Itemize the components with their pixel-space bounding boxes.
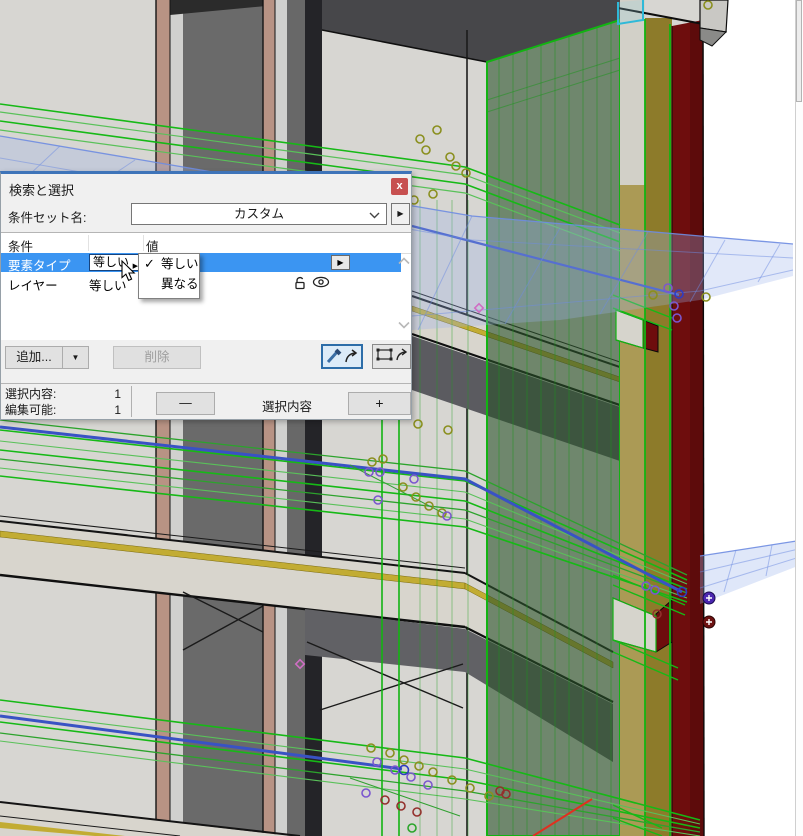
add-to-selection-button[interactable]: + bbox=[348, 392, 411, 415]
menu-item-equals[interactable]: ✓ 等しい bbox=[139, 254, 199, 274]
criteria-list-header: 条件 値 bbox=[1, 233, 411, 254]
cyan-bracket bbox=[617, 0, 644, 26]
selected-count-label: 選択内容: bbox=[5, 387, 57, 401]
marquee-icon bbox=[376, 348, 407, 361]
criteria-list: 条件 値 要素タイプ 等しい ▶ ▶ レイヤー 等しい bbox=[1, 233, 411, 340]
criteria-set-label: 条件セット名: bbox=[8, 211, 87, 225]
dialog-titlebar[interactable]: 検索と選択 x bbox=[1, 174, 411, 200]
menu-item-not-equals[interactable]: 異なる bbox=[139, 274, 199, 294]
find-and-select-dialog: 検索と選択 x 条件セット名: カスタム ▶ 条件 値 要素タイプ 等しい ▶ … bbox=[0, 171, 412, 420]
delete-button[interactable]: 削除 bbox=[113, 346, 201, 369]
add-button[interactable]: 追加... bbox=[5, 346, 63, 369]
eyedropper-icon bbox=[326, 348, 358, 364]
chevron-down-icon bbox=[369, 212, 380, 219]
marker-badge-purple[interactable] bbox=[702, 591, 716, 605]
dialog-title: 検索と選択 bbox=[9, 183, 75, 198]
editable-count-value: 1 bbox=[114, 403, 121, 417]
criteria-row-layer[interactable]: レイヤー 等しい bbox=[1, 272, 411, 293]
close-button[interactable]: x bbox=[391, 178, 408, 195]
selected-glass-panel[interactable] bbox=[486, 18, 621, 836]
eye-icon[interactable] bbox=[312, 276, 330, 288]
selected-count-value: 1 bbox=[114, 387, 121, 401]
glass-floor-plane-lower bbox=[699, 539, 803, 604]
deselect-button[interactable]: — bbox=[156, 392, 215, 415]
selection-label: 選択内容 bbox=[261, 400, 312, 414]
criteria-set-menu-button[interactable]: ▶ bbox=[391, 203, 410, 225]
criteria-set-combobox[interactable]: カスタム bbox=[131, 203, 387, 225]
right-wall-columns bbox=[612, 0, 729, 836]
vertical-scrollbar[interactable] bbox=[795, 0, 803, 836]
marker-badge-darkred[interactable] bbox=[702, 615, 716, 629]
operator-popup-menu: ✓ 等しい 異なる bbox=[138, 253, 200, 299]
operator-dropdown-button[interactable]: 等しい ▶ bbox=[89, 254, 141, 271]
check-icon: ✓ bbox=[144, 256, 155, 271]
editable-count-label: 編集可能: bbox=[5, 403, 57, 417]
add-menu-arrow-button[interactable]: ▼ bbox=[62, 346, 89, 369]
pick-up-settings-button[interactable] bbox=[321, 344, 363, 369]
criteria-set-value: カスタム bbox=[233, 207, 284, 221]
list-scroll-down-icon[interactable] bbox=[398, 321, 410, 329]
selection-status: 選択内容: 1 編集可能: 1 bbox=[5, 386, 121, 418]
unlock-icon[interactable] bbox=[293, 275, 308, 290]
marquee-select-button[interactable] bbox=[372, 344, 411, 369]
value-menu-button[interactable]: ▶ bbox=[331, 255, 350, 270]
separator bbox=[1, 383, 411, 384]
criteria-row-element-type[interactable]: 要素タイプ 等しい ▶ ▶ bbox=[1, 253, 401, 273]
scrollbar-thumb[interactable] bbox=[796, 0, 802, 102]
list-scroll-up-icon[interactable] bbox=[398, 257, 410, 265]
divider bbox=[131, 386, 132, 417]
